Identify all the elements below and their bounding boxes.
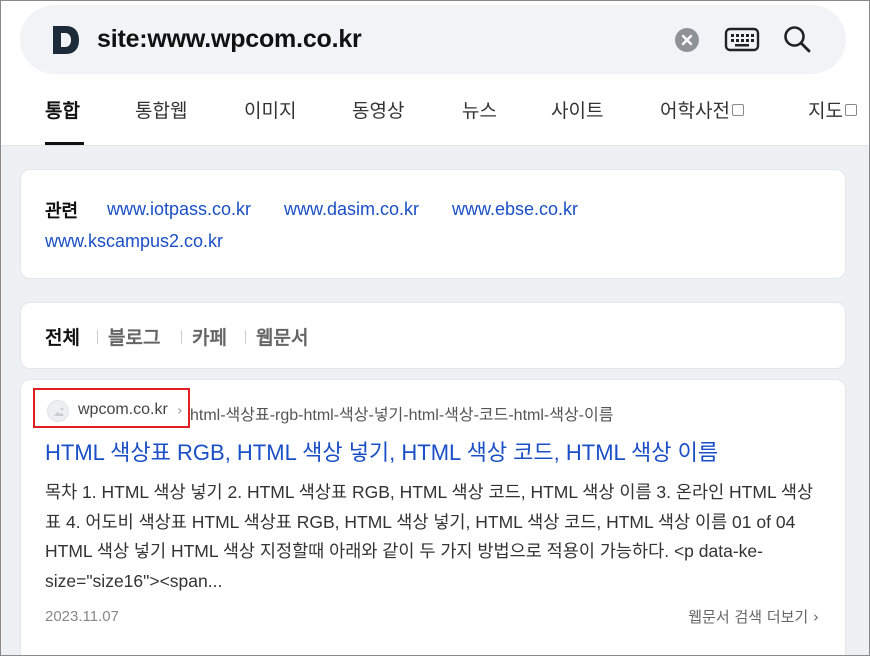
tab-map-label: 지도: [808, 100, 843, 122]
tab-news[interactable]: 뉴스: [462, 96, 497, 123]
more-webdocs-label: 웹문서 검색 더보기: [688, 608, 809, 626]
external-link-icon: [844, 103, 857, 116]
clear-icon[interactable]: [675, 28, 699, 52]
filter-all[interactable]: 전체: [45, 323, 80, 350]
filter-divider: [181, 330, 182, 344]
tab-sites[interactable]: 사이트: [551, 96, 603, 123]
tab-bar: 통합 통합웹 이미지 동영상 뉴스 사이트 어학사전 지도: [0, 92, 870, 146]
tab-map[interactable]: 지도: [808, 96, 857, 123]
result-date: 2023.11.07: [45, 608, 119, 625]
active-tab-indicator: [45, 142, 84, 145]
related-link[interactable]: www.ebse.co.kr: [452, 199, 578, 220]
tab-dictionary[interactable]: 어학사전: [660, 96, 744, 123]
search-icon[interactable]: [782, 24, 812, 54]
filter-divider: [97, 330, 98, 344]
related-link[interactable]: www.kscampus2.co.kr: [45, 231, 223, 252]
tab-integrated-web[interactable]: 통합웹: [135, 96, 187, 123]
daum-logo-icon[interactable]: [50, 24, 82, 56]
related-link[interactable]: www.iotpass.co.kr: [107, 199, 251, 220]
result-snippet: 목차 1. HTML 색상 넣기 2. HTML 색상표 RGB, HTML 색…: [45, 482, 814, 591]
header: site:www.wpcom.co.kr 통합 통합웹 이미지 동영상 뉴스 사…: [0, 0, 870, 146]
filter-blog[interactable]: 블로그: [108, 323, 160, 350]
filter-webdoc[interactable]: 웹문서: [256, 323, 308, 350]
external-link-icon: [731, 103, 744, 116]
chevron-right-icon: ›: [813, 608, 819, 626]
tab-integrated[interactable]: 통합: [45, 96, 80, 123]
keyboard-icon[interactable]: [724, 27, 760, 53]
related-link[interactable]: www.dasim.co.kr: [284, 199, 419, 220]
more-webdocs-link[interactable]: 웹문서 검색 더보기 ›: [688, 606, 819, 627]
result-title-link[interactable]: HTML 색상표 RGB, HTML 색상 넣기, HTML 색상 코드, HT…: [45, 435, 718, 467]
filter-divider: [245, 330, 246, 344]
related-title: 관련: [45, 201, 79, 222]
filter-card: 전체 블로그 카페 웹문서: [20, 302, 846, 369]
search-result: wpcom.co.kr › html-색상표-rgb-html-색상-넣기-ht…: [20, 379, 846, 656]
search-input[interactable]: site:www.wpcom.co.kr: [97, 25, 362, 54]
search-bar[interactable]: site:www.wpcom.co.kr: [20, 5, 846, 74]
tab-dictionary-label: 어학사전: [660, 100, 730, 122]
tab-images[interactable]: 이미지: [244, 96, 296, 123]
result-url-path[interactable]: html-색상표-rgb-html-색상-넣기-html-색상-코드-html-…: [190, 401, 613, 425]
highlight-box: [33, 388, 190, 428]
filter-cafe[interactable]: 카페: [192, 323, 227, 350]
related-sites-card: 관련 www.iotpass.co.kr www.dasim.co.kr www…: [20, 169, 846, 279]
tab-videos[interactable]: 동영상: [352, 96, 404, 123]
